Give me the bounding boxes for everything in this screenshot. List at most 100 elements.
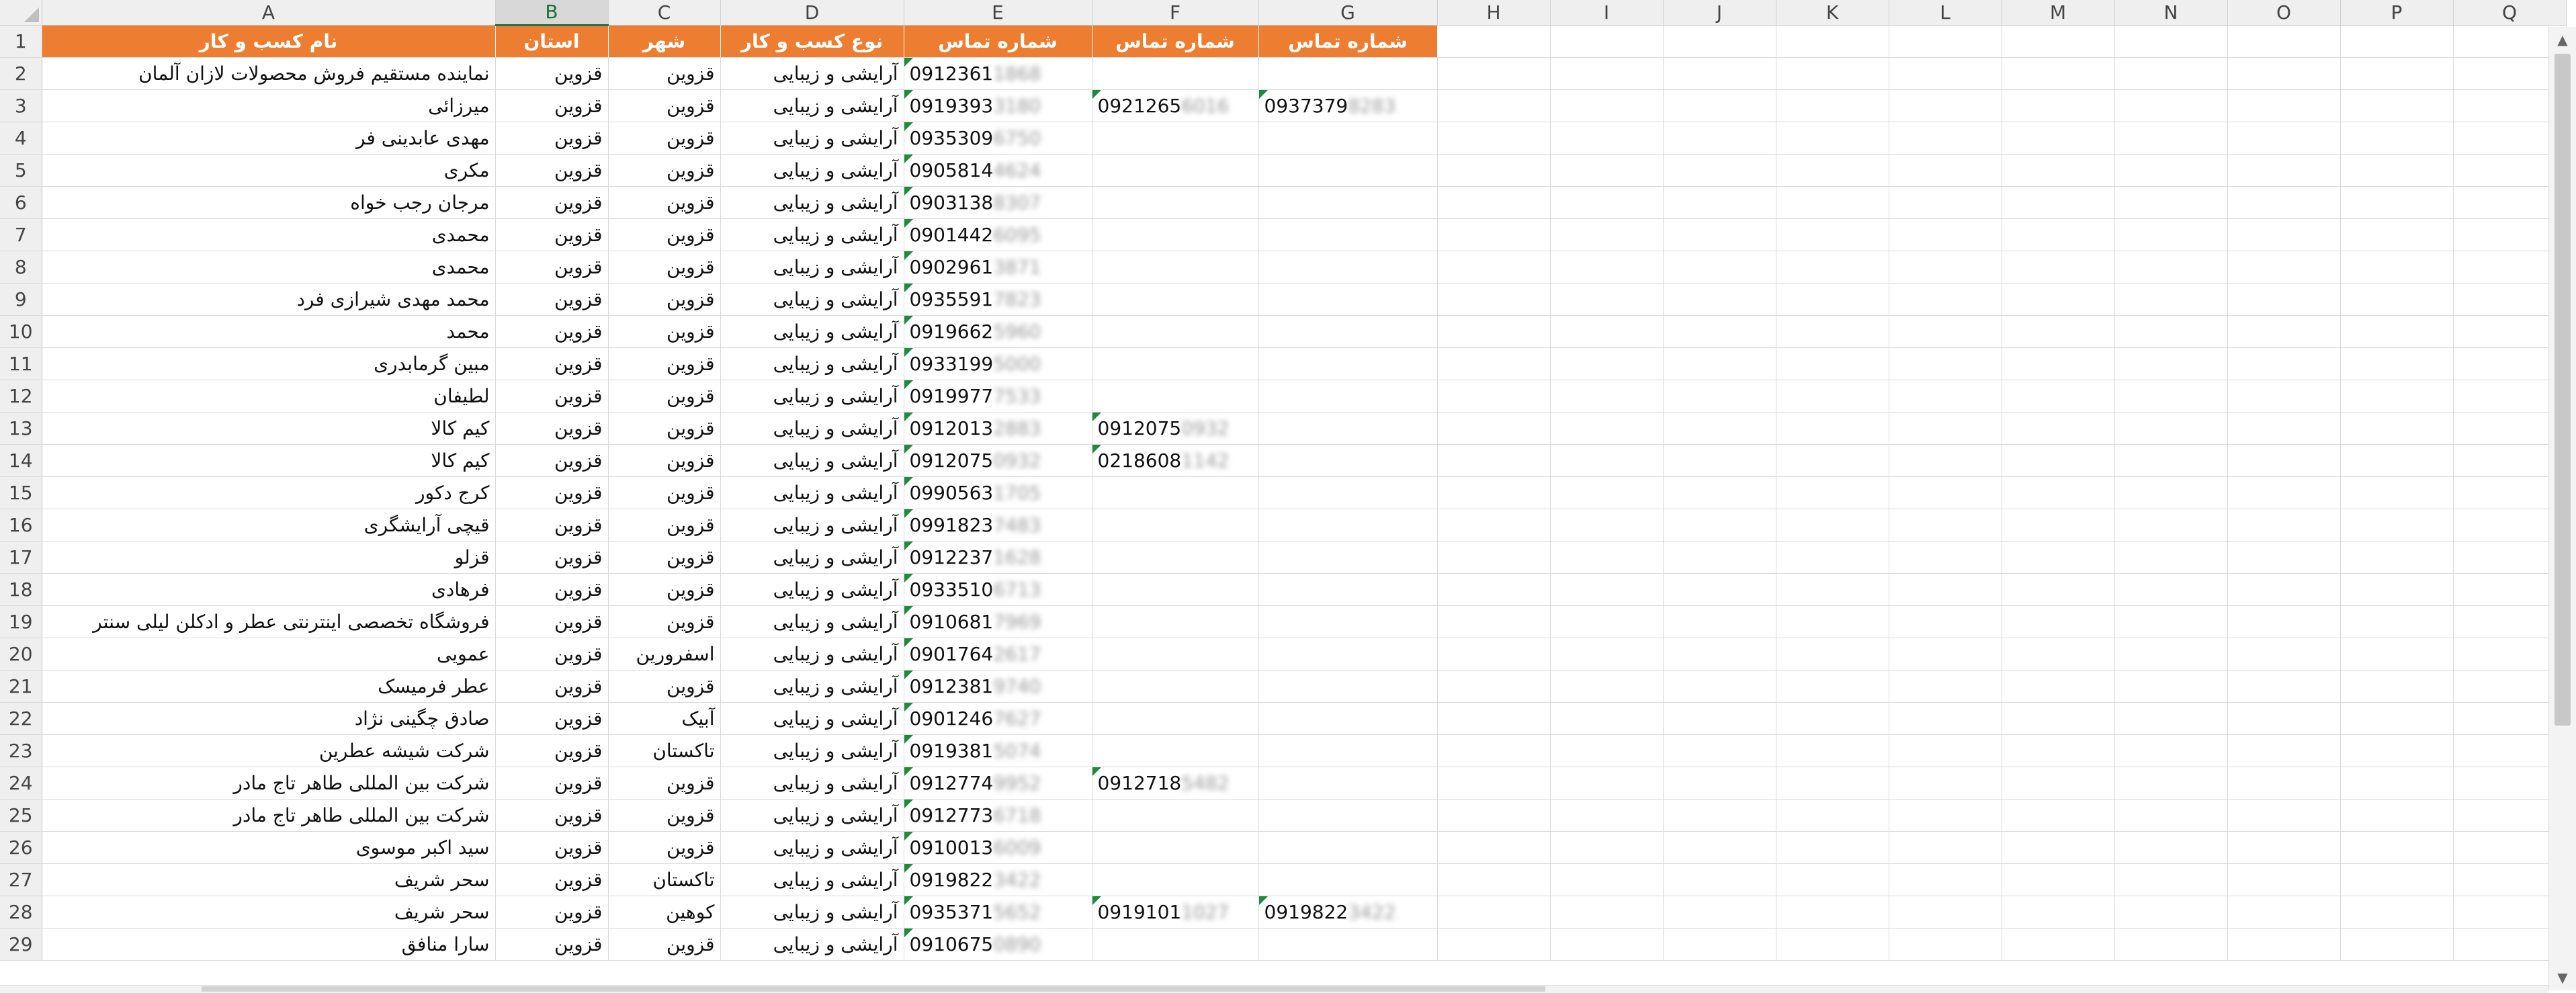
empty-cell[interactable]	[1437, 444, 1551, 477]
city-cell[interactable]: قزوین	[608, 573, 721, 606]
empty-cell[interactable]	[2227, 444, 2341, 477]
empty-cell[interactable]	[1550, 638, 1664, 671]
business-type-cell[interactable]: آرایشی و زیبایی	[720, 444, 904, 477]
business-name-cell[interactable]: سحر شریف	[42, 896, 496, 929]
empty-cell[interactable]	[1776, 831, 1889, 864]
empty-cell[interactable]	[2002, 347, 2115, 380]
empty-cell[interactable]	[2340, 154, 2454, 187]
phone-cell[interactable]: 02186081142	[1092, 444, 1259, 477]
empty-cell[interactable]	[2340, 799, 2454, 832]
phone-cell[interactable]: 09106817969	[904, 605, 1092, 638]
empty-cell[interactable]	[2227, 509, 2341, 542]
empty-cell[interactable]	[2340, 896, 2454, 929]
province-cell[interactable]: قزوین	[495, 863, 609, 896]
empty-cell[interactable]	[1550, 605, 1664, 638]
city-cell[interactable]: قزوین	[608, 799, 721, 832]
phone-cell[interactable]: 09353096750	[904, 122, 1092, 155]
phone-cell[interactable]: 09918237483	[904, 509, 1092, 542]
empty-cell[interactable]	[2340, 283, 2454, 316]
province-cell[interactable]: قزوین	[495, 605, 609, 638]
city-cell[interactable]: قزوین	[608, 186, 721, 219]
city-cell[interactable]: قزوین	[608, 605, 721, 638]
empty-cell[interactable]	[2114, 702, 2228, 735]
empty-cell[interactable]	[1437, 573, 1551, 606]
phone-cell[interactable]	[1258, 347, 1438, 380]
business-type-cell[interactable]: آرایشی و زیبایی	[720, 412, 904, 445]
phone-cell[interactable]	[1092, 380, 1259, 413]
business-name-cell[interactable]: عمویی	[42, 638, 496, 671]
empty-cell[interactable]	[1663, 218, 1776, 251]
empty-cell[interactable]	[1889, 670, 2002, 703]
vertical-scroll-thumb[interactable]	[2554, 54, 2571, 726]
empty-cell[interactable]	[1663, 670, 1776, 703]
empty-cell[interactable]	[2227, 89, 2341, 122]
column-header-e[interactable]: E	[904, 0, 1092, 26]
phone-cell[interactable]: 09017642617	[904, 638, 1092, 671]
city-cell[interactable]: اسفرورین	[608, 638, 721, 671]
empty-cell[interactable]	[2002, 380, 2115, 413]
empty-cell[interactable]	[1437, 315, 1551, 348]
empty-cell[interactable]	[2340, 89, 2454, 122]
empty-cell[interactable]	[2002, 605, 2115, 638]
empty-cell[interactable]	[1663, 251, 1776, 284]
phone-cell[interactable]: 09353715652	[904, 896, 1092, 929]
empty-cell[interactable]	[1437, 89, 1551, 122]
phone-cell[interactable]	[1258, 283, 1438, 316]
row-header[interactable]: 29	[0, 928, 42, 961]
empty-cell[interactable]	[1776, 541, 1889, 574]
phone-cell[interactable]	[1258, 251, 1438, 284]
empty-cell[interactable]	[2227, 799, 2341, 832]
row-header[interactable]: 11	[0, 347, 42, 380]
empty-cell[interactable]	[1437, 476, 1551, 509]
phone-cell[interactable]: 09123819740	[904, 670, 1092, 703]
phone-cell[interactable]: 09193933180	[904, 89, 1092, 122]
city-cell[interactable]: قزوین	[608, 444, 721, 477]
business-name-cell[interactable]: لطیفان	[42, 380, 496, 413]
empty-cell[interactable]	[2340, 444, 2454, 477]
empty-cell[interactable]	[1889, 347, 2002, 380]
empty-cell[interactable]	[2002, 928, 2115, 961]
header-cell[interactable]: نام کسب و کار	[42, 25, 496, 58]
empty-cell[interactable]	[2114, 251, 2228, 284]
business-type-cell[interactable]: آرایشی و زیبایی	[720, 896, 904, 929]
header-cell[interactable]: شماره تماس	[1258, 25, 1438, 58]
empty-cell[interactable]	[2002, 734, 2115, 767]
row-header[interactable]: 9	[0, 283, 42, 316]
empty-cell[interactable]	[1889, 541, 2002, 574]
empty-cell[interactable]	[2340, 251, 2454, 284]
empty-cell[interactable]	[1663, 541, 1776, 574]
business-name-cell[interactable]: قزلو	[42, 541, 496, 574]
empty-cell[interactable]	[1776, 218, 1889, 251]
empty-cell[interactable]	[1889, 702, 2002, 735]
empty-cell[interactable]	[1776, 122, 1889, 155]
empty-cell[interactable]	[2227, 412, 2341, 445]
province-cell[interactable]: قزوین	[495, 122, 609, 155]
empty-cell[interactable]	[1437, 509, 1551, 542]
empty-cell[interactable]	[2114, 380, 2228, 413]
row-header[interactable]: 7	[0, 218, 42, 251]
phone-cell[interactable]: 09120132883	[904, 412, 1092, 445]
empty-cell[interactable]	[2114, 799, 2228, 832]
phone-cell[interactable]	[1258, 122, 1438, 155]
empty-cell[interactable]	[2340, 767, 2454, 800]
province-cell[interactable]: قزوین	[495, 251, 609, 284]
empty-cell[interactable]	[1776, 702, 1889, 735]
city-cell[interactable]: قزوین	[608, 928, 721, 961]
phone-cell[interactable]: 09373798283	[1258, 89, 1438, 122]
empty-cell[interactable]	[2227, 541, 2341, 574]
phone-cell[interactable]: 09123611868	[904, 57, 1092, 90]
phone-cell[interactable]	[1258, 831, 1438, 864]
city-cell[interactable]: قزوین	[608, 122, 721, 155]
province-cell[interactable]: قزوین	[495, 928, 609, 961]
business-name-cell[interactable]: سید اکبر موسوی	[42, 831, 496, 864]
business-type-cell[interactable]: آرایشی و زیبایی	[720, 251, 904, 284]
empty-cell[interactable]	[2227, 605, 2341, 638]
business-type-cell[interactable]: آرایشی و زیبایی	[720, 767, 904, 800]
business-type-cell[interactable]: آرایشی و زیبایی	[720, 380, 904, 413]
row-header[interactable]: 26	[0, 831, 42, 864]
column-header-o[interactable]: O	[2227, 0, 2341, 26]
empty-cell[interactable]	[2227, 476, 2341, 509]
empty-cell[interactable]	[1776, 251, 1889, 284]
empty-cell[interactable]	[1776, 380, 1889, 413]
business-type-cell[interactable]: آرایشی و زیبایی	[720, 670, 904, 703]
